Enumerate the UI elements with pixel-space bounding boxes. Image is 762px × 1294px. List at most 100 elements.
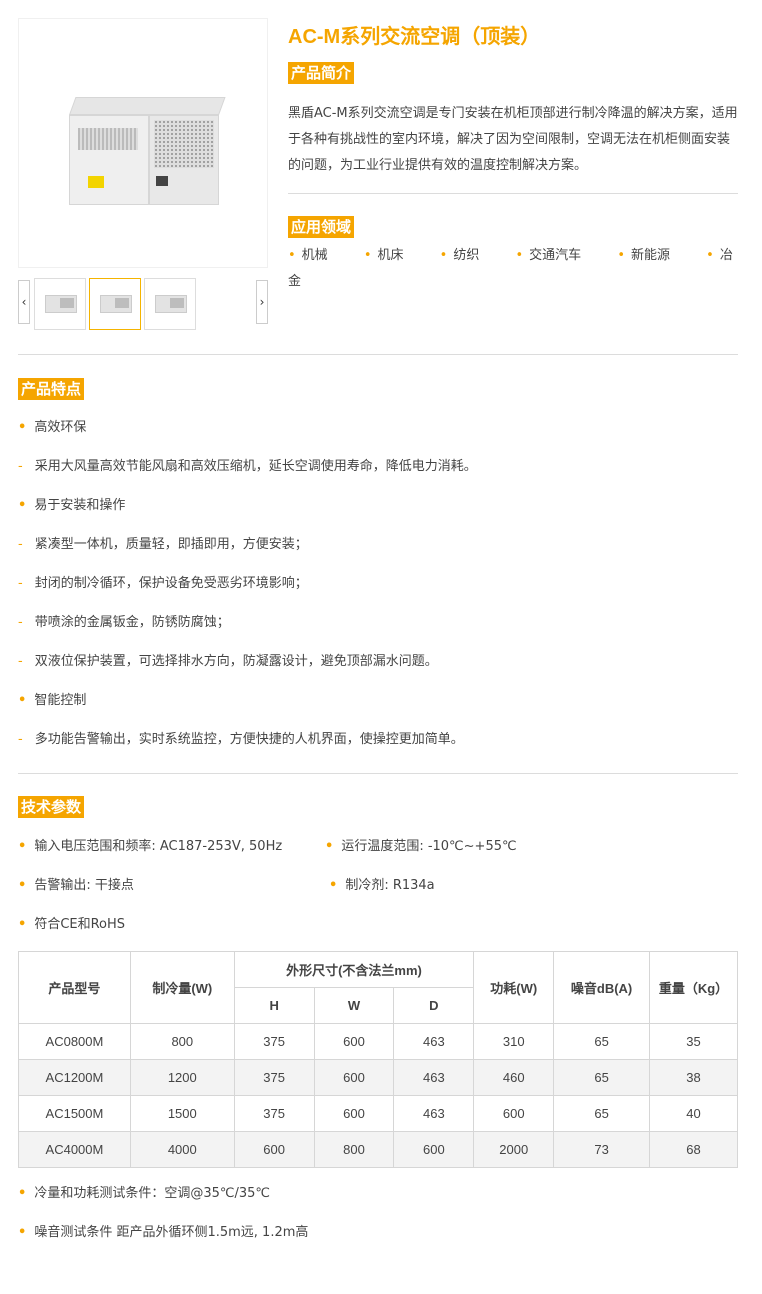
product-image bbox=[18, 18, 268, 268]
header-cooling: 制冷量(W) bbox=[129, 951, 235, 1024]
cell-weight: 35 bbox=[649, 1023, 738, 1060]
cell-model: AC1500M bbox=[18, 1095, 131, 1132]
cell-d: 463 bbox=[393, 1095, 475, 1132]
dash-icon: - bbox=[18, 537, 23, 552]
cell-power: 600 bbox=[473, 1095, 555, 1132]
cell-noise: 65 bbox=[553, 1095, 651, 1132]
cell-h: 600 bbox=[233, 1131, 315, 1168]
apps-list: • 机械 • 机床 • 纺织 • 交通汽车 • 新能源 • 冶金 bbox=[288, 243, 740, 295]
cell-w: 800 bbox=[313, 1131, 395, 1168]
feature-item: - 双液位保护装置，可选择排水方向，防凝露设计，避免顶部漏水问题。 bbox=[18, 654, 438, 669]
thumbnail-3[interactable] bbox=[144, 278, 196, 330]
cell-noise: 65 bbox=[553, 1059, 651, 1096]
header-noise: 噪音dB(A) bbox=[553, 951, 651, 1024]
feature-item: - 多功能告警输出，实时系统监控，方便快捷的人机界面，使操控更加简单。 bbox=[18, 732, 464, 747]
air-conditioner-image bbox=[69, 97, 226, 207]
cell-cooling: 800 bbox=[129, 1023, 235, 1060]
cell-w: 600 bbox=[313, 1023, 395, 1060]
intro-tag: 产品简介 bbox=[288, 62, 355, 84]
cell-noise: 73 bbox=[553, 1131, 651, 1168]
header-d: D bbox=[393, 987, 475, 1024]
cell-power: 310 bbox=[473, 1023, 555, 1060]
feature-item: - 采用大风量高效节能风扇和高效压缩机，延长空调使用寿命，降低电力消耗。 bbox=[18, 459, 477, 474]
bullet-icon: • bbox=[325, 839, 334, 854]
prev-thumb-button[interactable]: ‹ bbox=[18, 280, 30, 324]
header-power: 功耗(W) bbox=[473, 951, 555, 1024]
feature-item: - 紧凑型一体机，质量轻，即插即用，方便安装； bbox=[18, 537, 308, 552]
app-item: 机床 bbox=[377, 248, 404, 263]
cell-w: 600 bbox=[313, 1095, 395, 1132]
spec-voltage: • 输入电压范围和频率: AC187-253V, 50Hz bbox=[18, 839, 283, 854]
table-row: AC0800M 800 375 600 463 310 65 35 bbox=[18, 1023, 738, 1060]
cell-weight: 38 bbox=[649, 1059, 738, 1096]
table-row: AC4000M 4000 600 800 600 2000 73 68 bbox=[18, 1131, 738, 1168]
feature-item: - 封闭的制冷循环，保护设备免受恶劣环境影响； bbox=[18, 576, 308, 591]
note-noise: • 噪音测试条件 距产品外循环侧1.5m远, 1.2m高 bbox=[18, 1225, 309, 1240]
bullet-icon: • bbox=[18, 839, 27, 854]
intro-text: 黑盾AC-M系列交流空调是专门安装在机柜顶部进行制冷降温的解决方案，适用于各种有… bbox=[288, 106, 738, 173]
app-item: 机械 bbox=[301, 248, 328, 263]
next-thumb-button[interactable]: › bbox=[256, 280, 268, 324]
dash-icon: - bbox=[18, 654, 23, 669]
header-w: W bbox=[313, 987, 395, 1024]
cell-d: 600 bbox=[393, 1131, 475, 1168]
feature-item: - 带喷涂的金属钣金，防锈防腐蚀； bbox=[18, 615, 230, 630]
feature-title: • 智能控制 bbox=[18, 693, 87, 708]
divider bbox=[18, 354, 738, 355]
bullet-icon: • bbox=[18, 693, 27, 708]
header-h: H bbox=[233, 987, 315, 1024]
spec-refrigerant: • 制冷剂: R134a bbox=[329, 878, 435, 893]
app-item: 新能源 bbox=[630, 248, 670, 263]
table-row: AC1500M 1500 375 600 463 600 65 40 bbox=[18, 1095, 738, 1132]
bullet-icon: • bbox=[515, 248, 524, 263]
bullet-icon: • bbox=[363, 248, 372, 263]
cell-cooling: 4000 bbox=[129, 1131, 235, 1168]
cell-w: 600 bbox=[313, 1059, 395, 1096]
cell-noise: 65 bbox=[553, 1023, 651, 1060]
bullet-icon: • bbox=[706, 248, 714, 263]
bullet-icon: • bbox=[439, 248, 448, 263]
header-weight: 重量（Kg） bbox=[649, 951, 738, 1024]
spec-table: 产品型号 制冷量(W) 外形尺寸(不含法兰mm) 功耗(W) 噪音dB(A) 重… bbox=[18, 951, 738, 1168]
cell-power: 2000 bbox=[473, 1131, 555, 1168]
cell-model: AC1200M bbox=[18, 1059, 131, 1096]
bullet-icon: • bbox=[18, 917, 27, 932]
spec-temp: • 运行温度范围: -10℃~+55℃ bbox=[325, 839, 517, 854]
table-row: AC1200M 1200 375 600 463 460 65 38 bbox=[18, 1059, 738, 1096]
bullet-icon: • bbox=[18, 420, 27, 435]
bullet-icon: • bbox=[617, 248, 625, 263]
header-dims: 外形尺寸(不含法兰mm) bbox=[233, 951, 475, 988]
note-cooling: • 冷量和功耗测试条件：空调@35℃/35℃ bbox=[18, 1186, 270, 1201]
dash-icon: - bbox=[18, 459, 23, 474]
feature-title: • 高效环保 bbox=[18, 420, 87, 435]
apps-tag: 应用领域 bbox=[288, 216, 355, 238]
bullet-icon: • bbox=[18, 878, 27, 893]
divider bbox=[18, 773, 738, 774]
header-model: 产品型号 bbox=[18, 951, 131, 1024]
dash-icon: - bbox=[18, 732, 23, 747]
feature-title: • 易于安装和操作 bbox=[18, 498, 126, 513]
thumbnail-strip: ‹ › bbox=[18, 278, 270, 330]
cell-power: 460 bbox=[473, 1059, 555, 1096]
cell-weight: 40 bbox=[649, 1095, 738, 1132]
bullet-icon: • bbox=[18, 1186, 27, 1201]
bullet-icon: • bbox=[288, 248, 296, 263]
spec-alarm: • 告警输出: 干接点 bbox=[18, 878, 134, 893]
cell-cooling: 1500 bbox=[129, 1095, 235, 1132]
cell-h: 375 bbox=[233, 1023, 315, 1060]
cell-h: 375 bbox=[233, 1059, 315, 1096]
thumbnail-2[interactable] bbox=[89, 278, 141, 330]
features-tag: 产品特点 bbox=[18, 378, 85, 400]
app-item: 纺织 bbox=[453, 248, 480, 263]
bullet-icon: • bbox=[329, 878, 338, 893]
bullet-icon: • bbox=[18, 1225, 27, 1240]
divider bbox=[288, 193, 738, 194]
spec-cert: • 符合CE和RoHS bbox=[18, 917, 126, 932]
product-title: AC-M系列交流空调（顶装） bbox=[288, 26, 541, 48]
cell-cooling: 1200 bbox=[129, 1059, 235, 1096]
dash-icon: - bbox=[18, 576, 23, 591]
thumbnail-1[interactable] bbox=[34, 278, 86, 330]
cell-d: 463 bbox=[393, 1023, 475, 1060]
cell-h: 375 bbox=[233, 1095, 315, 1132]
cell-model: AC0800M bbox=[18, 1023, 131, 1060]
